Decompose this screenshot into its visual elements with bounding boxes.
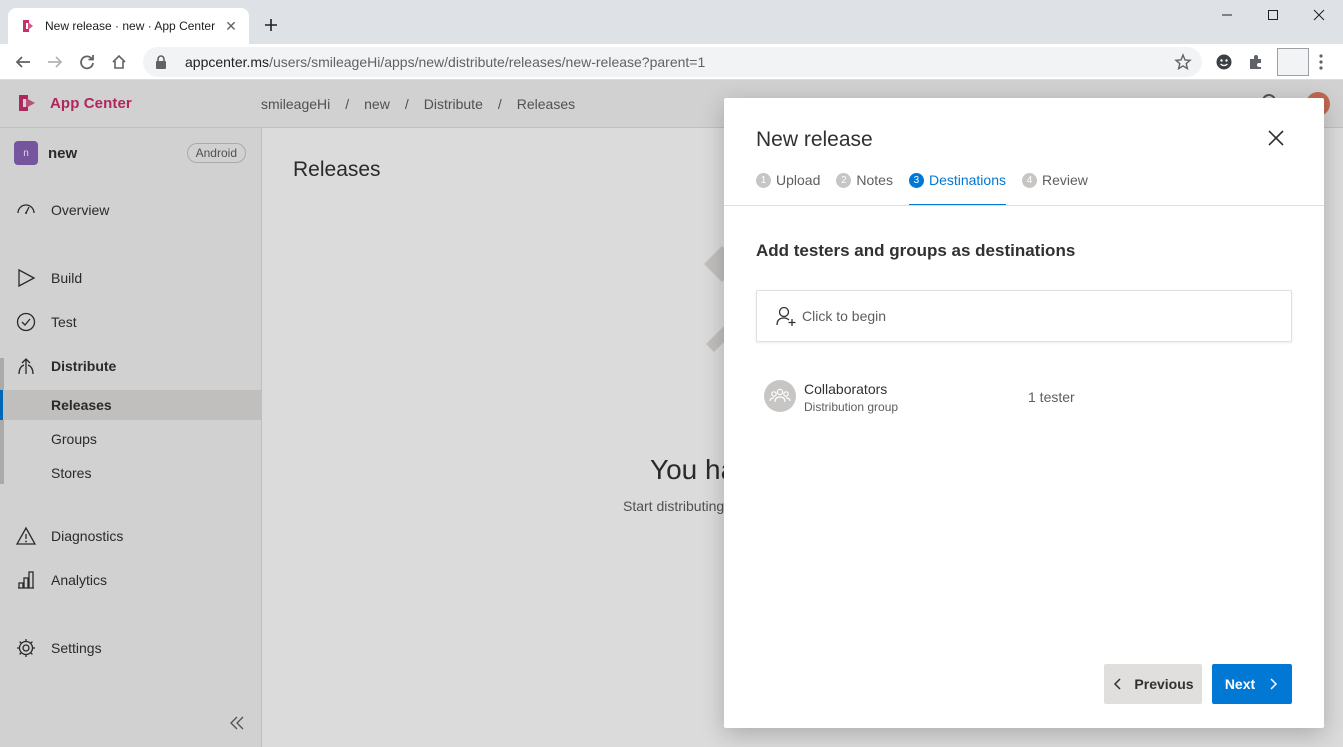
destination-type: Distribution group [804,400,899,414]
url-host: appcenter.ms [185,54,270,70]
browser-chrome: New release · new · App Center ✕ appcent… [0,0,1343,80]
step-number: 1 [756,173,771,188]
step-destinations[interactable]: 3 Destinations [908,170,1006,206]
add-person-icon [776,306,796,326]
home-icon[interactable] [107,50,131,74]
step-number: 2 [836,173,852,188]
step-upload[interactable]: 1 Upload [756,170,820,206]
profile-button[interactable] [1277,48,1309,76]
browser-menu-icon[interactable] [1309,50,1333,74]
modal-title: New release [756,128,873,151]
address-bar[interactable]: appcenter.ms/users/smileageHi/apps/new/d… [143,47,1202,77]
step-number: 4 [1022,173,1037,188]
previous-button[interactable]: Previous [1104,664,1202,704]
new-release-panel: New release 1 Upload 2 Notes 3 Destinati… [724,98,1324,728]
destination-search-input[interactable] [802,308,1262,324]
extensions-puzzle-icon[interactable] [1244,50,1268,74]
back-icon[interactable] [11,50,35,74]
destination-list-item[interactable]: Collaborators Distribution group 1 teste… [764,380,1284,416]
step-label: Upload [776,172,821,188]
destination-name: Collaborators [804,381,888,397]
next-label: Next [1224,676,1256,692]
browser-toolbar: appcenter.ms/users/smileageHi/apps/new/d… [0,44,1343,80]
tab-title: New release · new · App Center [45,19,216,33]
wizard-steps: 1 Upload 2 Notes 3 Destinations 4 Review [756,170,1104,206]
steps-divider [724,205,1324,206]
url-text: appcenter.ms/users/smileageHi/apps/new/d… [185,54,705,70]
lock-icon [156,55,166,69]
step-number: 3 [908,173,924,188]
destination-tester-count: 1 tester [1028,389,1075,405]
step-label: Review [1042,172,1088,188]
extension-emoji-icon[interactable] [1212,50,1236,74]
step-review[interactable]: 4 Review [1022,170,1088,206]
window-close-icon[interactable] [1296,0,1342,30]
forward-icon[interactable] [43,50,67,74]
browser-tab[interactable]: New release · new · App Center ✕ [8,8,249,44]
destination-picker[interactable] [756,290,1292,342]
chevron-right-icon [1270,678,1278,690]
section-heading: Add testers and groups as destinations [756,241,1076,260]
step-label: Notes [856,172,893,188]
bookmark-star-icon[interactable] [1174,53,1192,71]
tab-close-icon[interactable]: ✕ [223,18,239,34]
tab-strip: New release · new · App Center ✕ [0,0,1343,44]
url-path: /users/smileageHi/apps/new/distribute/re… [269,54,706,70]
step-label: Destinations [928,172,1006,188]
app-center-favicon-icon [23,20,33,32]
maximize-icon[interactable] [1250,0,1296,30]
chevron-left-icon [1114,678,1121,690]
next-button[interactable]: Next [1212,664,1292,704]
reload-icon[interactable] [75,50,99,74]
previous-label: Previous [1134,676,1194,692]
group-icon [764,380,796,412]
minimize-icon[interactable] [1204,0,1250,30]
step-notes[interactable]: 2 Notes [836,170,893,206]
new-tab-icon[interactable] [260,14,282,36]
close-icon[interactable] [1266,128,1286,148]
